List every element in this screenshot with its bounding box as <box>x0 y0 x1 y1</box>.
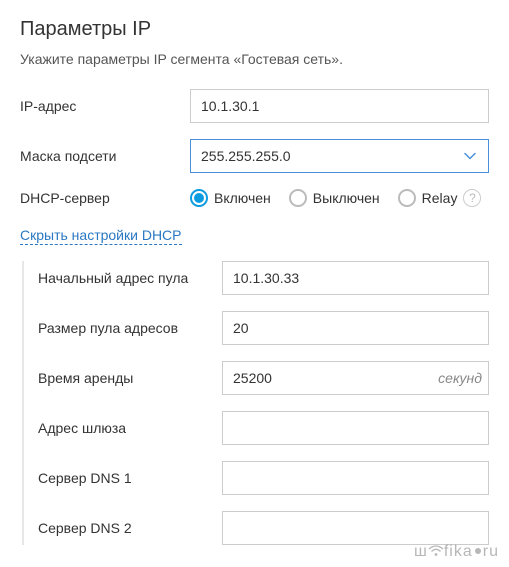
pool-start-label: Начальный адрес пула <box>38 270 222 286</box>
page-title: Параметры IP <box>20 18 489 41</box>
pool-size-label: Размер пула адресов <box>38 320 222 336</box>
dns2-label: Сервер DNS 2 <box>38 520 222 536</box>
help-icon[interactable]: ? <box>463 189 481 207</box>
pool-size-input[interactable] <box>222 311 489 345</box>
radio-icon <box>398 189 416 207</box>
dhcp-settings-block: Начальный адрес пула Размер пула адресов… <box>22 261 489 545</box>
watermark: шfikaru <box>414 543 499 561</box>
gateway-label: Адрес шлюза <box>38 420 222 436</box>
lease-time-label: Время аренды <box>38 370 222 386</box>
dns1-label: Сервер DNS 1 <box>38 470 222 486</box>
dhcp-mode-off-label: Выключен <box>313 190 380 206</box>
radio-icon <box>190 189 208 207</box>
lease-time-unit: секунд <box>418 370 488 386</box>
lease-time-input[interactable] <box>223 362 418 394</box>
chevron-down-icon <box>462 148 478 164</box>
dhcp-mode-relay[interactable]: Relay <box>398 189 458 207</box>
subnet-mask-value: 255.255.255.0 <box>201 148 462 164</box>
dns2-input[interactable] <box>222 511 489 545</box>
dns1-input[interactable] <box>222 461 489 495</box>
subnet-mask-label: Маска подсети <box>20 148 190 164</box>
toggle-dhcp-settings-link[interactable]: Скрыть настройки DHCP <box>20 227 182 245</box>
dhcp-server-label: DHCP-сервер <box>20 190 190 206</box>
dhcp-mode-on[interactable]: Включен <box>190 189 271 207</box>
dhcp-mode-group: Включен Выключен Relay <box>190 189 457 207</box>
ip-address-label: IP-адрес <box>20 98 190 114</box>
gateway-input[interactable] <box>222 411 489 445</box>
page-subtitle: Укажите параметры IP сегмента «Гостевая … <box>20 51 489 67</box>
ip-address-input[interactable] <box>190 89 489 123</box>
pool-start-input[interactable] <box>222 261 489 295</box>
radio-icon <box>289 189 307 207</box>
dhcp-mode-relay-label: Relay <box>422 190 458 206</box>
dhcp-mode-on-label: Включен <box>214 190 271 206</box>
dhcp-mode-off[interactable]: Выключен <box>289 189 380 207</box>
subnet-mask-select[interactable]: 255.255.255.0 <box>190 139 489 173</box>
